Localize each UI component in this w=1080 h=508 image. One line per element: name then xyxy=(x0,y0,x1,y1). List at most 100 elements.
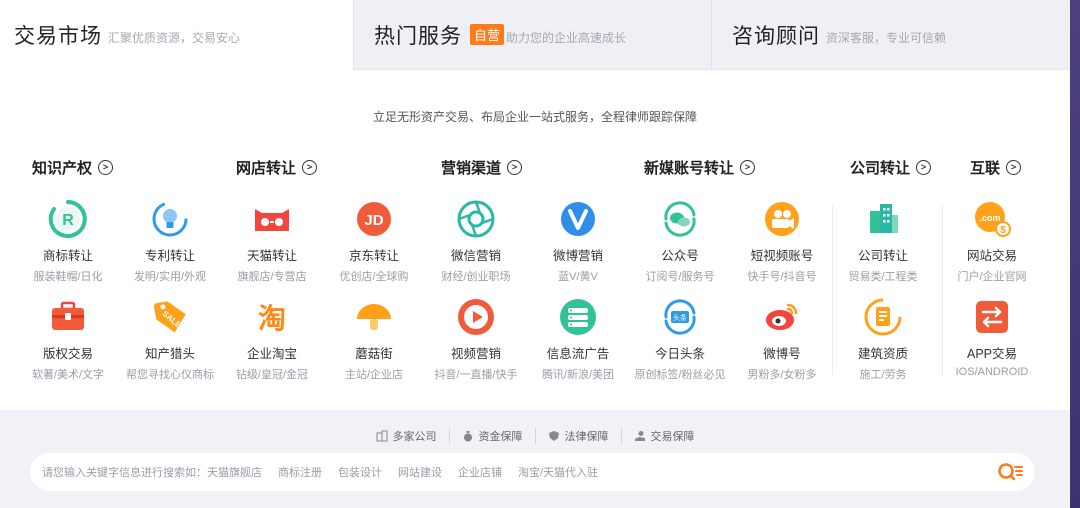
category-shop-transfer[interactable]: 网店转让 > xyxy=(236,157,318,178)
service-desc: 男粉多/女粉多 xyxy=(747,369,817,381)
service-desc: 软著/美术/文字 xyxy=(31,369,105,381)
service-desc: 贸易类/工程类 xyxy=(848,271,918,283)
service-name: 今日头条 xyxy=(654,347,705,361)
svg-text:JD: JD xyxy=(364,212,383,229)
service-item[interactable]: .com $ 网站交易 门户/企业官网 xyxy=(940,197,1044,284)
lightbulb-icon xyxy=(152,201,188,237)
search-band: 多家公司 资金保障 法律保障 交易保障 请您输入关键字信息进行搜索如：天猫旗舰店… xyxy=(0,410,1070,508)
chevron-right-icon: > xyxy=(740,160,756,175)
category-label: 新媒账号转让 xyxy=(644,160,735,177)
hot-keyword[interactable]: 淘宝/天猫代入驻 xyxy=(518,464,598,480)
guarantee-bar: 多家公司 资金保障 法律保障 交易保障 xyxy=(0,428,1070,444)
service-desc: 主站/企业店 xyxy=(344,369,404,381)
category-label: 网店转让 xyxy=(236,160,297,177)
service-name: 商标转让 xyxy=(42,249,93,263)
search-icon[interactable] xyxy=(997,461,1023,483)
service-name: 网站交易 xyxy=(966,249,1017,263)
category-ip[interactable]: 知识产权 > xyxy=(32,157,114,178)
service-desc: 旗舰店/专营店 xyxy=(237,271,307,283)
service-name: 公司转让 xyxy=(857,249,908,263)
svg-text:头条: 头条 xyxy=(673,313,687,322)
category-internet[interactable]: 互联 > xyxy=(970,157,1022,178)
mushroom-icon xyxy=(357,304,391,330)
service-item[interactable]: 微信营销 财经/创业职场 xyxy=(424,197,528,284)
service-item[interactable]: 公司转让 贸易类/工程类 xyxy=(831,197,935,284)
service-desc: 钻级/皇冠/金冠 xyxy=(235,369,309,381)
guarantee-item: 交易保障 xyxy=(620,428,707,444)
tab-consultant[interactable]: 咨询顾问 资深客服，专业可信赖 xyxy=(711,0,1070,70)
guarantee-label: 多家公司 xyxy=(392,431,437,443)
service-item[interactable]: 版权交易 软著/美术/文字 xyxy=(16,295,120,382)
tab-trading-market[interactable]: 交易市场 汇聚优质资源，交易安心 xyxy=(0,0,353,70)
service-item[interactable]: 天猫转让 旗舰店/专营店 xyxy=(220,197,324,284)
service-desc: 优创店/全球购 xyxy=(339,271,409,283)
chevron-right-icon: > xyxy=(98,160,114,175)
service-item[interactable]: 短视频账号 快手号/抖音号 xyxy=(730,197,834,284)
search-hint: 请您输入关键字信息进行搜索如：天猫旗舰店 xyxy=(42,467,262,479)
service-item[interactable]: 公众号 订阅号/服务号 xyxy=(628,197,732,284)
guarantee-label: 交易保障 xyxy=(650,431,695,443)
weibo-icon xyxy=(766,303,798,330)
guarantee-label: 资金保障 xyxy=(478,431,523,443)
chevron-right-icon: > xyxy=(916,160,932,175)
service-name: 微信营销 xyxy=(450,249,501,263)
service-item[interactable]: JD 京东转让 优创店/全球购 xyxy=(322,197,426,284)
service-name: 版权交易 xyxy=(42,347,93,361)
service-item[interactable]: 专利转让 发明/实用/外观 xyxy=(118,197,222,284)
service-item[interactable]: 微博号 男粉多/女粉多 xyxy=(730,295,834,382)
service-desc: 腾讯/新浪/美团 xyxy=(541,369,615,381)
chevron-right-icon: > xyxy=(1006,160,1022,175)
dotcom-icon: .com $ xyxy=(975,202,1011,237)
service-item[interactable]: 建筑资质 施工/劳务 xyxy=(831,295,935,382)
category-company-transfer[interactable]: 公司转让 > xyxy=(850,157,932,178)
video-camera-icon xyxy=(765,202,799,236)
tab-title: 交易市场 xyxy=(14,24,102,48)
search-input[interactable]: 请您输入关键字信息进行搜索如：天猫旗舰店 商标注册 包装设计 网站建设 企业店铺… xyxy=(30,453,1035,491)
service-desc: 快手号/抖音号 xyxy=(747,271,817,283)
service-name: 微博号 xyxy=(763,347,801,361)
service-name: 微博营销 xyxy=(552,249,603,263)
service-item[interactable]: 淘 企业淘宝 钻级/皇冠/金冠 xyxy=(220,295,324,382)
hot-keyword[interactable]: 商标注册 xyxy=(278,464,322,480)
service-item[interactable]: 视频营销 抖音/一直播/快手 xyxy=(424,295,528,382)
service-name: APP交易 xyxy=(966,347,1017,361)
svg-text:$: $ xyxy=(1000,225,1006,236)
category-label: 互联 xyxy=(970,160,1001,177)
service-item[interactable]: R 商标转让 服装鞋帽/日化 xyxy=(16,197,120,284)
hand-coin-icon xyxy=(634,431,645,441)
tab-bar: 交易市场 汇聚优质资源，交易安心 热门服务 自营 助力您的企业高速成长 咨询顾问… xyxy=(0,0,1070,70)
tab-subtitle: 助力您的企业高速成长 xyxy=(506,31,627,45)
category-new-media[interactable]: 新媒账号转让 > xyxy=(644,157,756,178)
category-label: 知识产权 xyxy=(32,160,93,177)
service-name: 京东转让 xyxy=(348,249,399,263)
jd-icon: JD xyxy=(357,202,391,236)
chevron-right-icon: > xyxy=(302,160,318,175)
service-item[interactable]: 蘑菇街 主站/企业店 xyxy=(322,295,426,382)
service-item[interactable]: SALE 知产猎头 帮您寻找心仪商标 xyxy=(118,295,222,382)
category-label: 公司转让 xyxy=(850,160,911,177)
tab-subtitle: 资深客服，专业可信赖 xyxy=(826,31,947,45)
shield-icon xyxy=(548,431,559,441)
hot-keyword[interactable]: 企业店铺 xyxy=(458,464,502,480)
service-name: 企业淘宝 xyxy=(246,347,297,361)
trademark-icon: R xyxy=(48,200,87,238)
guarantee-item: 资金保障 xyxy=(448,428,535,444)
play-icon xyxy=(458,299,494,335)
taobao-icon: 淘 xyxy=(254,299,290,335)
service-item[interactable]: 微博营销 蓝V/黄V xyxy=(526,197,630,284)
service-name: 蘑菇街 xyxy=(355,347,393,361)
category-marketing[interactable]: 营销渠道 > xyxy=(441,157,523,178)
service-desc: 原创标签/粉丝必见 xyxy=(634,369,726,381)
svg-text:.com: .com xyxy=(979,213,1000,223)
tab-hot-services[interactable]: 热门服务 自营 助力您的企业高速成长 xyxy=(353,0,711,70)
service-item[interactable]: 头条 今日头条 原创标签/粉丝必见 xyxy=(628,295,732,382)
guarantee-item: 多家公司 xyxy=(364,428,449,444)
service-desc: IOS/ANDROID xyxy=(955,366,1029,378)
service-item[interactable]: APP交易 IOS/ANDROID xyxy=(940,295,1044,378)
hot-keyword[interactable]: 网站建设 xyxy=(398,464,442,480)
service-name: 知产猎头 xyxy=(144,347,195,361)
building-small-icon xyxy=(376,430,387,442)
hot-keyword[interactable]: 包装设计 xyxy=(338,464,382,480)
service-item[interactable]: 信息流广告 腾讯/新浪/美团 xyxy=(526,295,630,382)
service-name: 建筑资质 xyxy=(857,347,908,361)
